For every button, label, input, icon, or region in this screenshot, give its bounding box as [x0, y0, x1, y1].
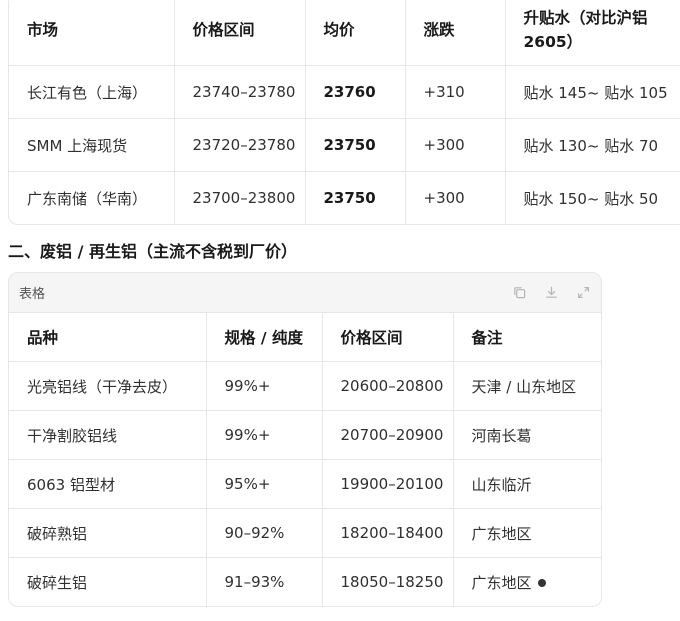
cell-variety: 光亮铝线（干净去皮）: [9, 361, 207, 411]
cell-average: 23750: [305, 118, 406, 172]
table-header-row: 品种 规格 / 纯度 价格区间 备注: [9, 313, 601, 362]
table-row: 破碎生铝 91–93% 18050–18250 广东地区: [9, 557, 601, 607]
cell-note-text: 广东地区: [471, 573, 532, 592]
cell-market: 长江有色（上海）: [9, 65, 175, 119]
column-header-change: 涨跌: [405, 0, 506, 66]
table-row: 长江有色（上海） 23740–23780 23760 +310 贴水 145~ …: [9, 65, 680, 119]
cell-spec: 95%+: [206, 459, 323, 509]
column-header-price-range: 价格区间: [322, 313, 454, 362]
table-row: 广东南储（华南） 23700–23800 23750 +300 贴水 150~ …: [9, 171, 680, 224]
cell-note: 河南长葛: [453, 410, 601, 460]
cell-spec: 90–92%: [206, 508, 323, 558]
column-header-market: 市场: [9, 0, 175, 66]
table-row: 6063 铝型材 95%+ 19900–20100 山东临沂: [9, 459, 601, 509]
column-header-average: 均价: [305, 0, 406, 66]
cell-change: +300: [405, 171, 506, 224]
table-row: SMM 上海现货 23720–23780 23750 +300 贴水 130~ …: [9, 118, 680, 172]
table-row: 光亮铝线（干净去皮） 99%+ 20600–20800 天津 / 山东地区: [9, 361, 601, 411]
column-header-spec: 规格 / 纯度: [206, 313, 323, 362]
cell-price-range: 19900–20100: [322, 459, 454, 509]
cell-price-range: 18050–18250: [322, 557, 454, 606]
cell-price-range: 20700–20900: [322, 410, 454, 460]
cell-spec: 99%+: [206, 361, 323, 411]
cell-price-range: 23740–23780: [174, 65, 306, 119]
cell-note: 山东临沂: [453, 459, 601, 509]
cell-average: 23760: [305, 65, 406, 119]
cell-average: 23750: [305, 171, 406, 224]
cell-price-range: 18200–18400: [322, 508, 454, 558]
column-header-note: 备注: [453, 313, 601, 362]
cell-premium: 贴水 145~ 贴水 105: [505, 65, 680, 119]
cell-market: SMM 上海现货: [9, 118, 175, 172]
cell-note: 广东地区: [453, 508, 601, 558]
cell-spec: 99%+: [206, 410, 323, 460]
cell-variety: 6063 铝型材: [9, 459, 207, 509]
expand-icon[interactable]: [575, 285, 591, 301]
copy-icon[interactable]: [511, 285, 527, 301]
cell-note: 广东地区: [453, 558, 601, 607]
cell-variety: 干净割胶铝线: [9, 410, 207, 460]
table-toolbar: 表格: [9, 273, 601, 313]
cell-note: 天津 / 山东地区: [453, 361, 601, 411]
download-icon[interactable]: [543, 285, 559, 301]
streaming-cursor-dot-icon: [537, 579, 546, 587]
table-row: 破碎熟铝 90–92% 18200–18400 广东地区: [9, 508, 601, 558]
cell-premium: 贴水 130~ 贴水 70: [505, 118, 680, 172]
cell-premium: 贴水 150~ 贴水 50: [523, 189, 659, 208]
table-row: 干净割胶铝线 99%+ 20700–20900 河南长葛: [9, 410, 601, 460]
section-heading-scrap-aluminum: 二、废铝 / 再生铝（主流不含税到厂价）: [8, 242, 297, 261]
cell-spec: 91–93%: [206, 557, 323, 606]
cell-market: 广东南储（华南）: [9, 171, 175, 224]
price-table-scrap-aluminum: 表格 品种 规格 / 纯度 价格区间 备注 光亮铝线（干净去皮） 99%+ 20…: [8, 272, 602, 607]
cell-variety: 破碎熟铝: [9, 508, 207, 558]
cell-variety: 破碎生铝: [9, 557, 207, 606]
price-table-aluminum-spot: 市场 价格区间 均价 涨跌 升贴水（对比沪铝 2605） 长江有色（上海） 23…: [8, 0, 680, 225]
column-header-variety: 品种: [9, 313, 207, 362]
column-header-price-range: 价格区间: [174, 0, 306, 66]
cell-price-range: 23700–23800: [174, 171, 306, 224]
column-header-premium: 升贴水（对比沪铝 2605）: [505, 0, 680, 66]
cell-price-range: 23720–23780: [174, 118, 306, 172]
table-label: 表格: [19, 287, 46, 302]
cell-change: +310: [405, 65, 506, 119]
cell-price-range: 20600–20800: [322, 361, 454, 411]
cell-change: +300: [405, 118, 506, 172]
table-header-row: 市场 价格区间 均价 涨跌 升贴水（对比沪铝 2605）: [9, 0, 680, 66]
